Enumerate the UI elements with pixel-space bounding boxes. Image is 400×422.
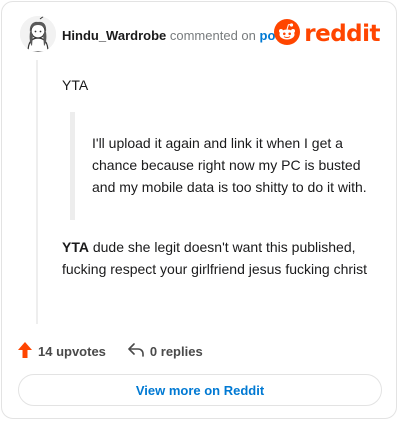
reddit-wordmark: reddit — [304, 21, 380, 47]
avatar[interactable] — [20, 16, 56, 52]
reply-button[interactable]: 0 replies — [128, 342, 203, 360]
comment-actions: 14 upvotes 0 replies — [18, 340, 225, 362]
reddit-brand[interactable]: reddit — [274, 18, 380, 50]
reddit-logo-icon — [274, 18, 301, 50]
comment-meta: Hindu_Wardrobe commented on post — [62, 28, 287, 43]
upvote-button[interactable]: 14 upvotes — [18, 341, 106, 361]
comment-text-rest: dude she legit doesn't want this publish… — [62, 239, 368, 277]
quote-text: I'll upload it again and link it when I … — [92, 135, 367, 195]
thread-line[interactable] — [36, 60, 38, 324]
comment-text-bold: YTA — [62, 239, 89, 255]
username-link[interactable]: Hindu_Wardrobe — [62, 28, 166, 43]
comment-card: Hindu_Wardrobe commented on post reddit … — [1, 1, 397, 419]
reply-count: 0 replies — [149, 343, 203, 359]
reply-arrow-icon — [128, 342, 150, 360]
comment-header: Hindu_Wardrobe commented on post reddit — [18, 16, 382, 54]
upvote-count: 14 upvotes — [38, 343, 106, 359]
view-more-button[interactable]: View more on Reddit — [18, 374, 382, 406]
comment-text-first: YTA — [62, 77, 89, 93]
quote-bar — [70, 112, 75, 220]
comment-paragraph: YTA dude she legit doesn't want this pub… — [62, 236, 382, 280]
upvote-arrow-icon — [18, 341, 38, 361]
action-text: commented on — [169, 28, 256, 43]
